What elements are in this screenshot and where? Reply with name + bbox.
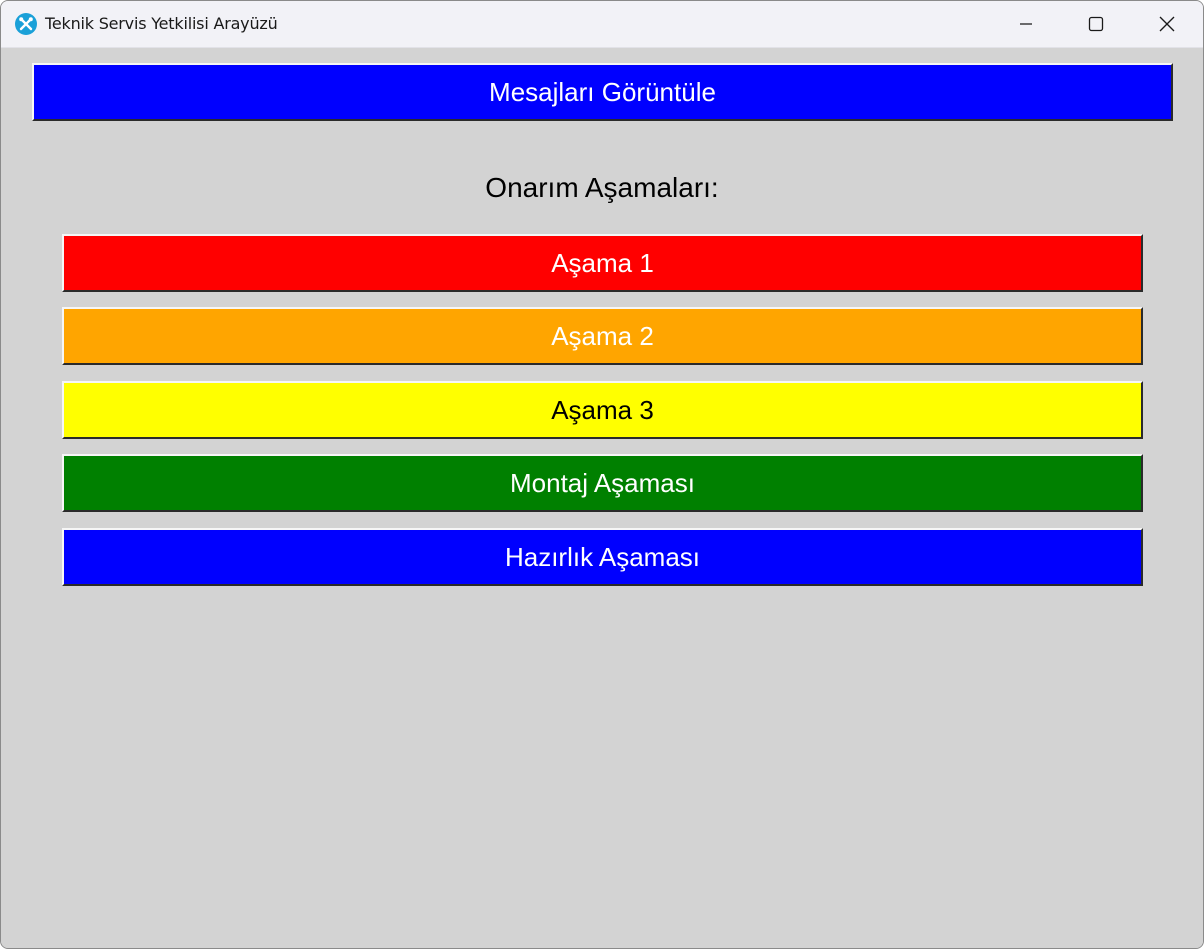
- stage-3-button[interactable]: Aşama 3: [62, 381, 1143, 439]
- stage-2-button[interactable]: Aşama 2: [62, 307, 1143, 365]
- app-window: Teknik Servis Yetkilisi Arayüzü Mesajlar…: [0, 0, 1204, 949]
- title-bar[interactable]: Teknik Servis Yetkilisi Arayüzü: [1, 1, 1203, 48]
- preparation-stage-button[interactable]: Hazırlık Aşaması: [62, 528, 1143, 586]
- window-title: Teknik Servis Yetkilisi Arayüzü: [45, 14, 278, 33]
- minimize-button[interactable]: [991, 1, 1061, 47]
- minimize-icon: [1020, 23, 1032, 25]
- close-button[interactable]: [1132, 1, 1202, 47]
- view-messages-button[interactable]: Mesajları Görüntüle: [32, 63, 1173, 121]
- maximize-button[interactable]: [1061, 1, 1131, 47]
- stage-1-button[interactable]: Aşama 1: [62, 234, 1143, 292]
- tools-icon: [15, 13, 37, 35]
- repair-stages-heading: Onarım Aşamaları:: [485, 172, 719, 203]
- maximize-icon: [1088, 16, 1104, 32]
- close-icon: [1159, 16, 1175, 32]
- assembly-stage-button[interactable]: Montaj Aşaması: [62, 454, 1143, 512]
- main-content: Mesajları Görüntüle Onarım Aşamaları: Aş…: [1, 48, 1203, 948]
